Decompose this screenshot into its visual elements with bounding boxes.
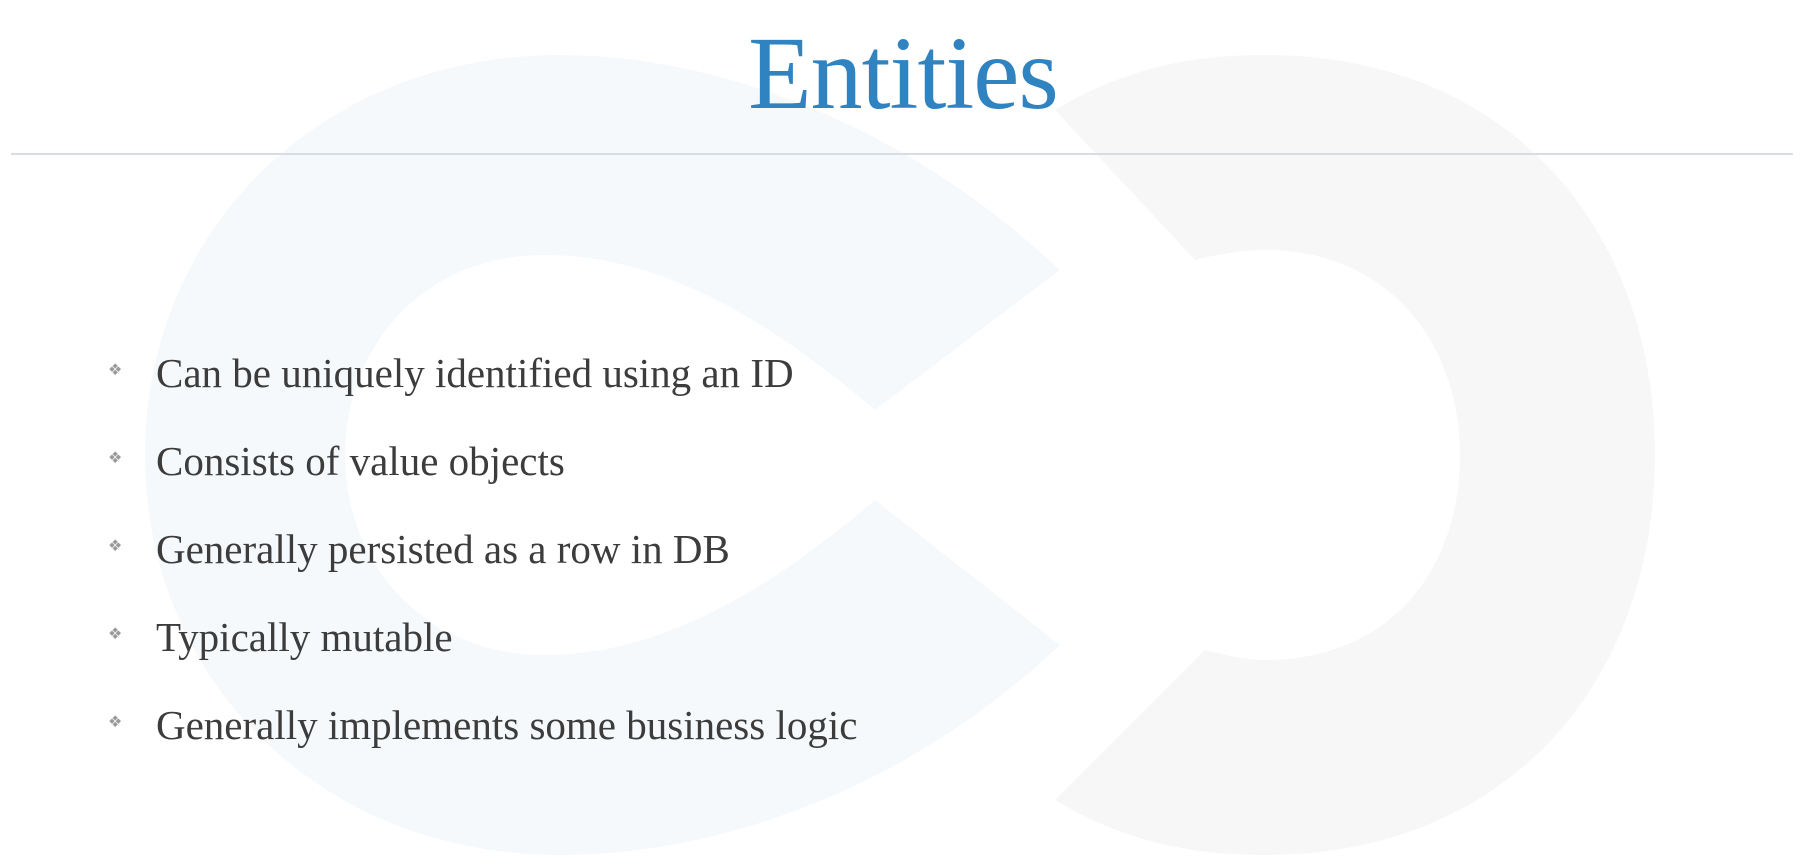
bullet-item: ❖ Can be uniquely identified using an ID [108, 330, 857, 418]
diamond-bullet-icon: ❖ [108, 712, 123, 731]
slide-title: Entities [748, 16, 1059, 131]
bullet-text: Typically mutable [156, 614, 453, 661]
bullet-list: ❖ Can be uniquely identified using an ID… [108, 330, 857, 770]
bullet-text: Generally persisted as a row in DB [156, 526, 730, 573]
diamond-bullet-icon: ❖ [108, 360, 123, 379]
bullet-text: Can be uniquely identified using an ID [156, 350, 794, 397]
presentation-slide: Entities ❖ Can be uniquely identified us… [0, 0, 1806, 866]
diamond-bullet-icon: ❖ [108, 624, 123, 643]
bullet-item: ❖ Typically mutable [108, 594, 857, 682]
diamond-bullet-icon: ❖ [108, 536, 123, 555]
title-divider [11, 153, 1793, 155]
bullet-item: ❖ Consists of value objects [108, 418, 857, 506]
diamond-bullet-icon: ❖ [108, 448, 123, 467]
bullet-item: ❖ Generally implements some business log… [108, 682, 857, 770]
watermark-right-shape [1055, 55, 1655, 855]
bullet-item: ❖ Generally persisted as a row in DB [108, 506, 857, 594]
bullet-text: Consists of value objects [156, 438, 565, 485]
bullet-text: Generally implements some business logic [156, 702, 858, 749]
